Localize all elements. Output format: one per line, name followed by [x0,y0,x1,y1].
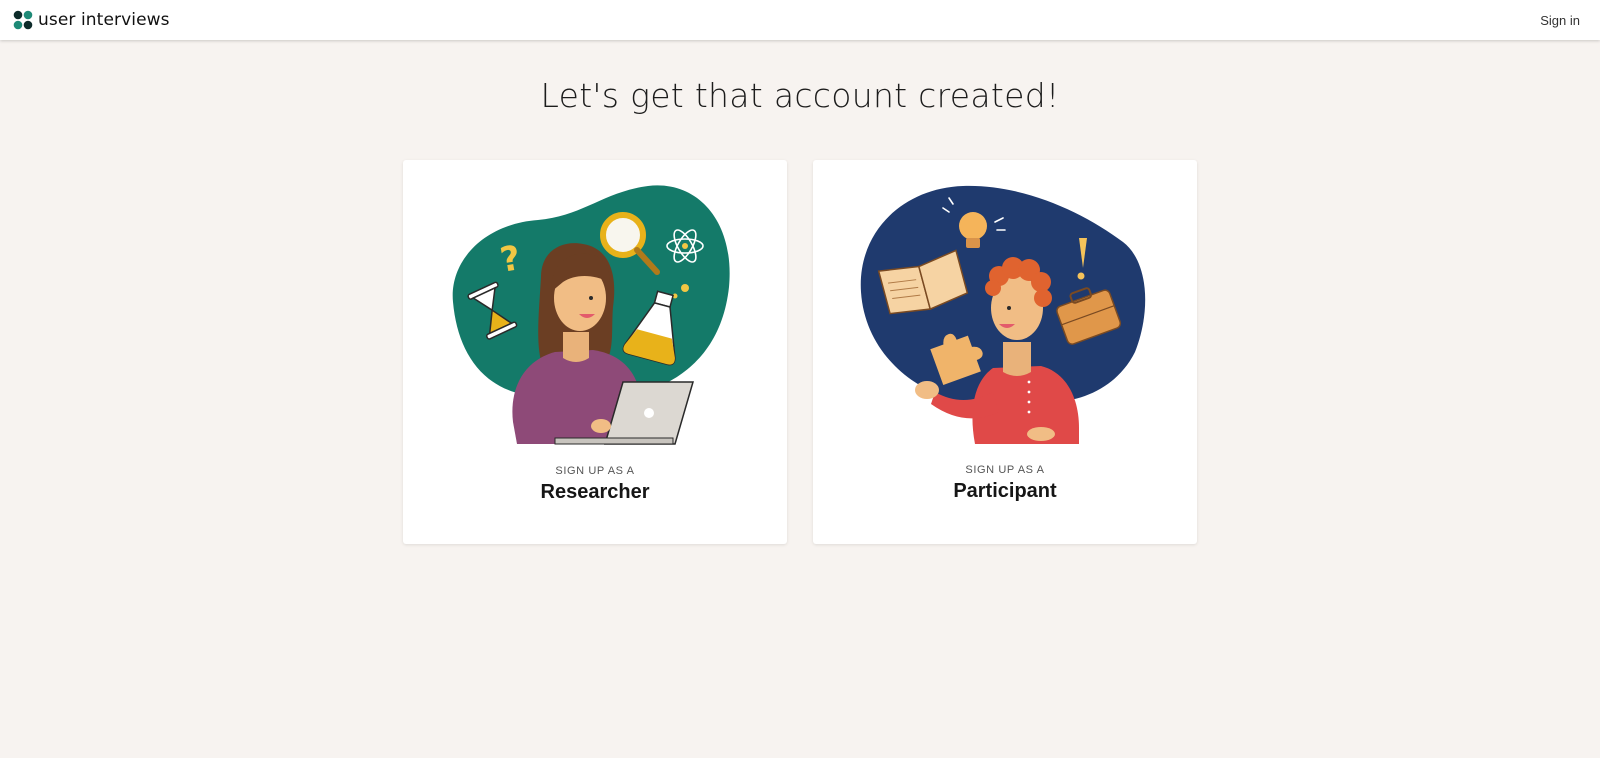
signup-as-label: SIGN UP AS A [555,465,635,477]
page-title: Let's get that account created! [540,76,1060,115]
signup-as-label: SIGN UP AS A [965,464,1045,476]
top-navigation-bar: user interviews Sign in [0,0,1600,40]
user-interviews-logo-icon [13,10,33,30]
researcher-illustration: ? [452,185,730,445]
brand-name: user interviews [38,10,170,30]
signup-participant-card[interactable]: SIGN UP AS A Participant [813,160,1197,544]
brand-home-link[interactable]: user interviews [13,10,170,30]
participant-illustration [860,185,1146,444]
signup-researcher-card[interactable]: ? SIGN UP AS A Researcher [403,160,787,544]
role-title-participant: Participant [953,480,1057,502]
role-title-researcher: Researcher [540,481,650,503]
sign-in-link[interactable]: Sign in [1540,13,1580,28]
